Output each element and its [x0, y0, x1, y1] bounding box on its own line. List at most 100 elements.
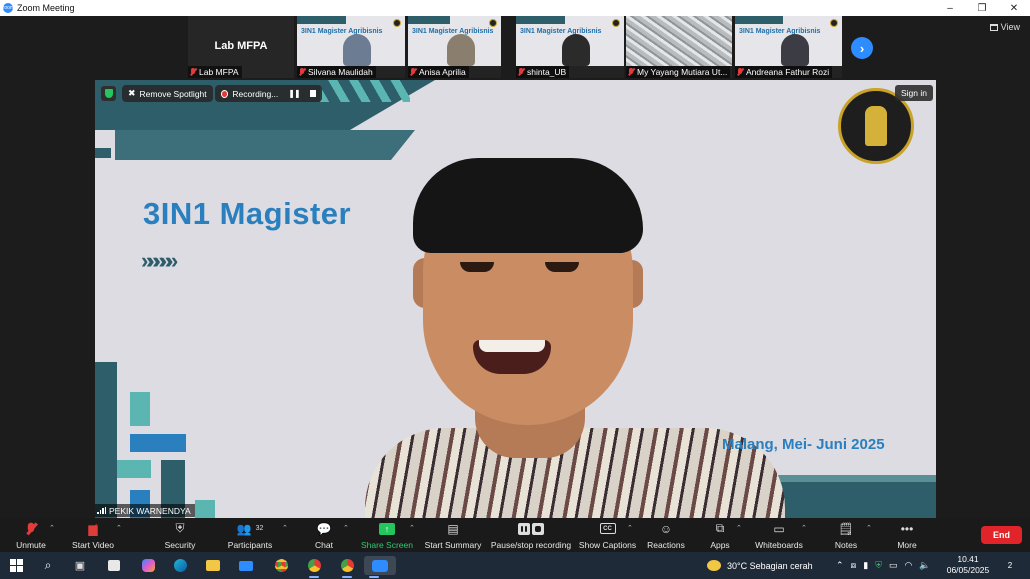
- participants-count: 32: [255, 525, 264, 532]
- mic-muted-icon: [518, 68, 524, 76]
- start-video-button[interactable]: ▆̸ Start Video: [70, 520, 116, 552]
- chat-chevron-icon[interactable]: ⌃: [343, 524, 349, 532]
- weather-widget[interactable]: 30°C Sebagian cerah: [707, 552, 813, 579]
- participant-avatar: [343, 34, 371, 66]
- mic-muted-icon: [628, 68, 634, 76]
- start-windows-icon[interactable]: [6, 556, 26, 575]
- chrome-profile-icon[interactable]: [304, 556, 324, 578]
- participant-display-name: Lab MFPA: [214, 40, 268, 52]
- participant-tile[interactable]: 3IN1 Magister Agribisnis shinta_UB: [516, 16, 624, 78]
- search-icon[interactable]: ⌕: [38, 556, 58, 575]
- close-button[interactable]: ✕: [998, 0, 1030, 16]
- recording-dot-icon: [221, 89, 229, 98]
- maximize-button[interactable]: ❐: [966, 0, 998, 16]
- security-button[interactable]: ⛨ Security: [160, 520, 200, 552]
- participant-name: Lab MFPA: [199, 67, 239, 77]
- whiteboard-icon: ▭: [773, 521, 785, 536]
- slide-decoration-blocks: [95, 362, 215, 518]
- speaker-name-tag: PEKIK WARNENDYA: [95, 504, 195, 517]
- tray-app-icon[interactable]: ⧈: [851, 560, 857, 571]
- whiteboards-chevron-icon[interactable]: ⌃: [801, 524, 807, 532]
- video-options-chevron-icon[interactable]: ⌃: [116, 524, 122, 532]
- participant-video: [626, 16, 732, 66]
- mic-muted-icon: [299, 68, 305, 76]
- chrome-icon[interactable]: [271, 556, 291, 575]
- end-meeting-button[interactable]: End: [981, 526, 1022, 544]
- unmute-button[interactable]: Unmute: [14, 520, 48, 552]
- remove-spotlight-button[interactable]: ✖ Remove Spotlight: [122, 85, 213, 102]
- chrome-profile-icon[interactable]: [337, 556, 357, 578]
- edge-browser-icon[interactable]: [170, 556, 190, 575]
- share-screen-button[interactable]: ↑ Share Screen: [361, 520, 413, 552]
- tray-overflow-chevron-icon[interactable]: ⌃: [836, 560, 844, 571]
- audio-options-chevron-icon[interactable]: ⌃: [49, 524, 55, 532]
- reactions-smiley-icon: ☺: [659, 521, 673, 536]
- recording-indicator: Recording... ❚❚: [215, 85, 322, 102]
- chat-button[interactable]: 💬 Chat: [310, 520, 338, 552]
- spotlight-video: 3IN1 Magister s »»»»» Malang, Mei- Ju: [95, 80, 936, 518]
- task-view-icon[interactable]: ▣: [70, 556, 90, 575]
- slide-decoration: [320, 80, 410, 102]
- file-explorer-icon[interactable]: [203, 556, 223, 575]
- clock-date: 06/05/2025: [946, 565, 990, 575]
- shield-icon: ⛨: [175, 521, 185, 535]
- participants-icon: 👥 32: [236, 521, 264, 536]
- slide-title-thumb: 3IN1 Magister Agribisnis: [412, 28, 494, 35]
- notes-button[interactable]: 🗒 Notes: [832, 520, 860, 552]
- clock-time: 10.41: [957, 554, 979, 564]
- share-screen-icon: ↑: [379, 520, 395, 537]
- apps-chevron-icon[interactable]: ⌃: [736, 524, 742, 532]
- store-icon[interactable]: [104, 556, 124, 575]
- notifications-bell-icon[interactable]: 2: [1002, 558, 1018, 572]
- volume-icon[interactable]: 🔈: [919, 560, 930, 571]
- tray-security-icon[interactable]: ⛨: [875, 560, 882, 571]
- video-off-icon: ▆̸: [88, 521, 98, 536]
- sign-in-button[interactable]: Sign in: [895, 85, 933, 101]
- summary-icon: ▤: [447, 521, 459, 536]
- university-logo-icon: [830, 19, 838, 27]
- participants-button[interactable]: 👥 32 Participants: [226, 520, 274, 552]
- recording-label: Recording...: [232, 88, 279, 99]
- participant-tile[interactable]: 3IN1 Magister Agribisnis Andreana Fathur…: [735, 16, 842, 78]
- captions-icon: CC: [599, 520, 616, 537]
- pause-recording-icon[interactable]: ❚❚: [288, 89, 300, 98]
- view-button-label: View: [1000, 22, 1020, 32]
- start-summary-button[interactable]: ▤ Start Summary: [424, 520, 482, 552]
- participant-tile[interactable]: Lab MFPA Lab MFPA: [188, 16, 294, 78]
- stop-recording-icon[interactable]: [309, 90, 316, 97]
- participant-avatar: [446, 34, 475, 66]
- unpin-icon: ✖: [128, 88, 136, 98]
- participant-tile[interactable]: 3IN1 Magister Agribisnis Silvana Maulida…: [297, 16, 405, 78]
- speaker-name: PEKIK WARNENDYA: [109, 505, 191, 516]
- pause-stop-icon: [518, 520, 544, 537]
- remove-spotlight-label: Remove Spotlight: [139, 88, 207, 99]
- participant-avatar: [780, 34, 809, 66]
- taskbar-clock[interactable]: 10.41 06/05/2025: [942, 554, 994, 576]
- copilot-icon[interactable]: [138, 556, 158, 575]
- reactions-button[interactable]: ☺ Reactions: [647, 520, 685, 552]
- weather-text: 30°C Sebagian cerah: [727, 560, 813, 571]
- university-logo-icon: [612, 19, 620, 27]
- mail-icon[interactable]: [236, 556, 256, 575]
- view-button[interactable]: View: [989, 22, 1020, 32]
- zoom-taskbar-icon[interactable]: [364, 556, 396, 578]
- notes-chevron-icon[interactable]: ⌃: [866, 524, 872, 532]
- whiteboards-button[interactable]: ▭ Whiteboards: [754, 520, 804, 552]
- pause-stop-recording-button[interactable]: Pause/stop recording: [490, 520, 572, 552]
- captions-chevron-icon[interactable]: ⌃: [627, 524, 633, 532]
- window-titlebar: zoom Zoom Meeting – ❐ ✕: [0, 0, 1030, 16]
- share-options-chevron-icon[interactable]: ⌃: [409, 524, 415, 532]
- participants-chevron-icon[interactable]: ⌃: [282, 524, 288, 532]
- security-shield-icon[interactable]: [101, 86, 116, 101]
- participant-tile[interactable]: 3IN1 Magister Agribisnis Anisa Aprilia: [408, 16, 501, 78]
- notes-icon: 🗒: [838, 521, 854, 536]
- apps-button[interactable]: ⧉ Apps: [706, 520, 734, 552]
- participant-name-tag: Anisa Aprilia: [408, 66, 469, 78]
- tray-mic-icon[interactable]: ▮: [863, 560, 868, 571]
- minimize-button[interactable]: –: [934, 0, 966, 16]
- battery-icon[interactable]: ▭: [889, 560, 898, 571]
- participant-tile[interactable]: My Yayang Mutiara Ut...: [626, 16, 732, 78]
- more-button[interactable]: ••• More: [893, 520, 921, 552]
- next-page-arrow-icon[interactable]: ›: [851, 37, 873, 59]
- wifi-icon[interactable]: ◠: [905, 560, 913, 571]
